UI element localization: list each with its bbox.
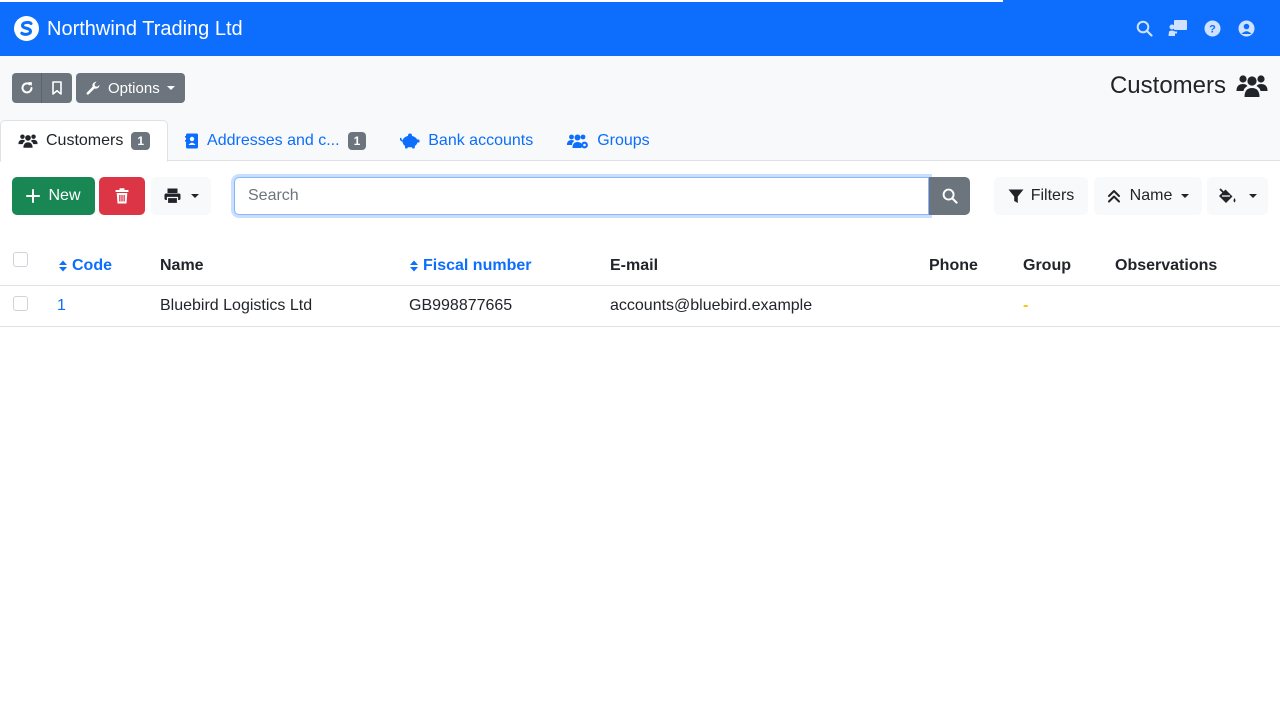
- users-cog-icon: [567, 133, 589, 149]
- double-chevron-up-icon: [1107, 189, 1121, 203]
- cell-fiscal-number: GB998877665: [409, 297, 513, 314]
- select-all-checkbox[interactable]: [13, 252, 28, 267]
- brand[interactable]: Northwind Trading Ltd: [14, 16, 243, 41]
- delete-button[interactable]: [99, 177, 145, 215]
- table-row[interactable]: 1 Bluebird Logistics Ltd GB998877665 acc…: [0, 286, 1280, 327]
- user-account-icon[interactable]: [1236, 18, 1256, 38]
- column-header-phone: Phone: [929, 257, 978, 274]
- sort-label: Name: [1129, 187, 1173, 204]
- plus-icon: [26, 189, 41, 203]
- page-title: Customers: [1109, 72, 1226, 99]
- paint-bucket-icon: [1218, 188, 1237, 204]
- tab-bank-accounts-label: Bank accounts: [428, 131, 534, 149]
- column-header-email: E-mail: [610, 257, 659, 274]
- column-header-observations: Observations: [1115, 257, 1218, 274]
- column-header-code[interactable]: Code: [58, 256, 112, 276]
- loading-progress-bar: [0, 0, 1003, 2]
- cell-name: Bluebird Logistics Ltd: [160, 297, 313, 314]
- page-header: Options Customers Customers 1 Addresses …: [0, 56, 1280, 162]
- search-input[interactable]: [234, 177, 929, 215]
- column-header-fiscal-number[interactable]: Fiscal number: [409, 256, 531, 276]
- cell-email: accounts@bluebird.example: [610, 297, 813, 314]
- brand-logo-icon: [14, 16, 39, 41]
- svg-text:?: ?: [1209, 23, 1216, 35]
- color-dropdown-button[interactable]: [1207, 177, 1268, 215]
- chevron-down-icon: [190, 194, 199, 198]
- chevron-down-icon: [1181, 194, 1190, 198]
- column-header-code-label: Code: [72, 257, 112, 274]
- column-header-name: Name: [160, 257, 204, 274]
- chevron-down-icon: [166, 86, 175, 90]
- search-icon: [942, 188, 958, 204]
- tab-customers-label: Customers: [46, 132, 124, 149]
- help-icon[interactable]: ?: [1202, 18, 1222, 38]
- column-header-fiscal-number-label: Fiscal number: [423, 257, 532, 274]
- sort-dropdown-button[interactable]: Name: [1094, 177, 1202, 215]
- top-navbar: Northwind Trading Ltd ?: [0, 0, 1280, 56]
- bookmark-icon: [51, 81, 63, 95]
- tab-addresses-count-badge: 1: [347, 131, 367, 150]
- trash-icon: [115, 188, 129, 204]
- search-icon[interactable]: [1134, 18, 1154, 38]
- list-toolbar: New Filters Name: [0, 177, 1280, 215]
- filters-label: Filters: [1030, 187, 1075, 204]
- table-header-row: Code Name Fiscal number E-mail Phone Gro…: [0, 245, 1280, 286]
- filters-button[interactable]: Filters: [994, 177, 1088, 215]
- company-name: Northwind Trading Ltd: [47, 17, 243, 40]
- customers-table: Code Name Fiscal number E-mail Phone Gro…: [0, 245, 1280, 327]
- bookmark-button[interactable]: [42, 73, 72, 103]
- tab-groups[interactable]: Groups: [550, 120, 666, 161]
- piggy-bank-icon: [400, 133, 420, 149]
- chevron-down-icon: [1249, 194, 1257, 198]
- refresh-icon: [20, 81, 34, 95]
- search-group: [234, 177, 970, 215]
- address-book-icon: [185, 133, 199, 149]
- new-button[interactable]: New: [12, 177, 95, 215]
- users-icon: [18, 133, 38, 149]
- tab-groups-label: Groups: [597, 131, 650, 149]
- tab-customers[interactable]: Customers 1: [0, 120, 169, 162]
- tab-bank-accounts[interactable]: Bank accounts: [383, 120, 550, 161]
- cell-group: -: [1023, 297, 1029, 314]
- tab-addresses-label: Addresses and c...: [207, 131, 340, 149]
- users-icon: [1236, 73, 1268, 99]
- tab-bar: Customers 1 Addresses and c... 1 Bank ac…: [0, 120, 667, 162]
- tab-customers-count-badge: 1: [131, 132, 151, 150]
- filter-icon: [1008, 189, 1024, 204]
- options-label: Options: [108, 79, 160, 97]
- sort-icon: [58, 259, 68, 273]
- new-button-label: New: [48, 187, 81, 204]
- column-header-group: Group: [1023, 257, 1071, 274]
- refresh-button[interactable]: [12, 73, 42, 103]
- printer-icon: [164, 188, 181, 204]
- options-dropdown-button[interactable]: Options: [76, 73, 185, 103]
- teacher-screen-icon[interactable]: [1168, 18, 1188, 38]
- sort-icon: [409, 259, 419, 273]
- cell-code[interactable]: 1: [57, 296, 66, 316]
- tab-addresses[interactable]: Addresses and c... 1: [168, 120, 383, 161]
- row-checkbox[interactable]: [13, 296, 28, 311]
- print-dropdown-button[interactable]: [151, 177, 211, 215]
- wrench-icon: [86, 81, 101, 96]
- search-button[interactable]: [929, 177, 970, 215]
